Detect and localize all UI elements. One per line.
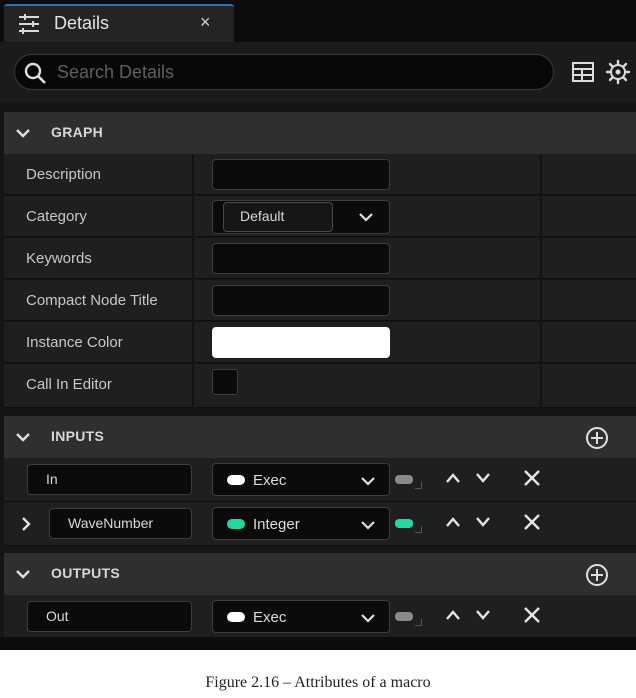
input-pin-name[interactable]: WaveNumber xyxy=(49,508,192,539)
chevron-down-icon[interactable] xyxy=(361,476,375,486)
compact-node-title-field[interactable] xyxy=(212,285,390,316)
property-row-description: Description xyxy=(4,154,636,195)
keywords-field[interactable] xyxy=(212,243,390,274)
chevron-down-icon[interactable] xyxy=(361,520,375,530)
tab-bar: Details × xyxy=(0,0,636,42)
move-up-icon[interactable] xyxy=(445,516,461,528)
section-title: GRAPH xyxy=(51,124,104,140)
move-up-icon[interactable] xyxy=(445,472,461,484)
move-down-icon[interactable] xyxy=(475,609,491,621)
column-divider xyxy=(192,280,194,321)
details-sliders-icon xyxy=(19,14,39,34)
description-field[interactable] xyxy=(212,159,390,190)
exec-pin-icon xyxy=(227,475,245,485)
property-row-category: Category Default xyxy=(4,196,636,237)
input-pin-row: In Exec xyxy=(4,458,636,502)
property-label: Instance Color xyxy=(26,334,123,351)
search-icon xyxy=(24,62,46,84)
pin-type-combo[interactable]: Integer xyxy=(212,507,390,540)
gear-icon[interactable] xyxy=(605,59,631,85)
details-panel: Details × Search Details GRAPH Descripti… xyxy=(0,0,636,650)
property-label: Description xyxy=(26,166,102,183)
move-up-icon[interactable] xyxy=(445,609,461,621)
category-combo[interactable]: Default xyxy=(212,200,390,234)
column-divider xyxy=(540,322,542,363)
figure-caption: Figure 2.16 – Attributes of a macro xyxy=(205,674,431,691)
section-title: OUTPUTS xyxy=(51,565,120,581)
table-view-icon[interactable] xyxy=(572,62,594,82)
output-pin-name[interactable]: Out xyxy=(27,601,192,632)
tab-details[interactable]: Details × xyxy=(4,4,234,42)
column-divider xyxy=(192,238,194,279)
input-pin-name[interactable]: In xyxy=(27,464,192,495)
exec-pin-icon xyxy=(227,612,245,622)
column-divider xyxy=(540,196,542,237)
delete-pin-icon[interactable] xyxy=(522,512,542,532)
pass-by-reference-toggle[interactable] xyxy=(395,519,413,528)
pin-type-label: Exec xyxy=(253,609,287,626)
chevron-down-icon xyxy=(16,433,30,442)
column-divider xyxy=(540,238,542,279)
column-divider xyxy=(192,322,194,363)
move-down-icon[interactable] xyxy=(475,472,491,484)
property-row-call-in-editor: Call In Editor xyxy=(4,364,636,408)
instance-color-swatch[interactable] xyxy=(212,327,390,358)
property-row-compact-node-title: Compact Node Title xyxy=(4,280,636,321)
output-pin-row: Out Exec xyxy=(4,595,636,639)
corner-mark xyxy=(415,526,422,533)
chevron-down-icon[interactable] xyxy=(359,212,373,222)
column-divider xyxy=(540,280,542,321)
category-value[interactable]: Default xyxy=(223,202,333,232)
add-input-icon[interactable] xyxy=(585,426,609,450)
column-divider xyxy=(192,196,194,237)
property-row-instance-color: Instance Color xyxy=(4,322,636,363)
call-in-editor-checkbox[interactable] xyxy=(212,369,238,395)
column-divider xyxy=(540,154,542,195)
section-inputs[interactable]: INPUTS xyxy=(4,416,636,458)
pin-type-label: Integer xyxy=(253,516,300,533)
search-box[interactable] xyxy=(14,54,554,90)
delete-pin-icon[interactable] xyxy=(522,468,542,488)
chevron-down-icon[interactable] xyxy=(361,613,375,623)
column-divider xyxy=(192,364,194,408)
section-title: INPUTS xyxy=(51,428,105,444)
chevron-down-icon xyxy=(16,129,30,138)
move-down-icon[interactable] xyxy=(475,516,491,528)
tab-title: Details xyxy=(54,13,110,33)
chevron-down-icon xyxy=(16,570,30,579)
property-row-keywords: Keywords xyxy=(4,238,636,279)
pin-type-combo[interactable]: Exec xyxy=(212,600,390,633)
pin-type-combo[interactable]: Exec xyxy=(212,463,390,496)
corner-mark xyxy=(415,619,422,626)
panel-footer xyxy=(0,637,636,650)
property-label: Call In Editor xyxy=(26,376,112,393)
property-label: Keywords xyxy=(26,250,92,267)
close-icon[interactable]: × xyxy=(200,12,211,32)
pass-by-reference-toggle[interactable] xyxy=(395,612,413,621)
section-graph[interactable]: GRAPH xyxy=(4,112,636,154)
input-pin-row: WaveNumber Integer xyxy=(4,502,636,546)
corner-mark xyxy=(415,482,422,489)
delete-pin-icon[interactable] xyxy=(522,605,542,625)
pass-by-reference-toggle[interactable] xyxy=(395,475,413,484)
column-divider xyxy=(192,154,194,195)
chevron-right-icon[interactable] xyxy=(20,517,32,531)
integer-pin-icon xyxy=(227,519,245,529)
property-label: Compact Node Title xyxy=(26,292,158,309)
add-output-icon[interactable] xyxy=(585,563,609,587)
property-label: Category xyxy=(26,208,87,225)
pin-type-label: Exec xyxy=(253,472,287,489)
search-toolbar xyxy=(0,42,636,102)
section-outputs[interactable]: OUTPUTS xyxy=(4,553,636,595)
column-divider xyxy=(540,364,542,408)
search-input[interactable] xyxy=(57,60,537,84)
